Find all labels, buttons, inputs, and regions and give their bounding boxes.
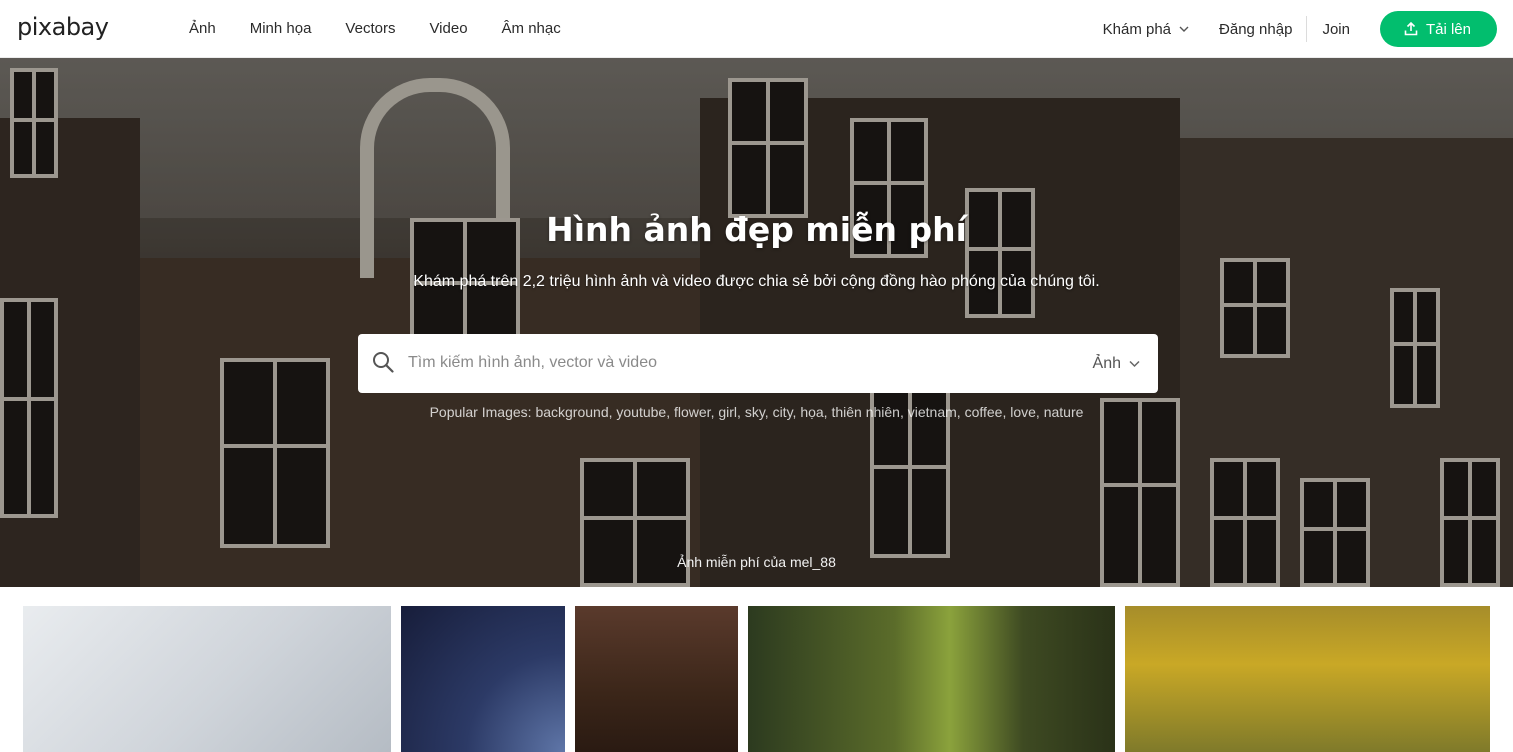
join-link[interactable]: Join: [1307, 21, 1380, 38]
nav-item-illustrations[interactable]: Minh họa: [233, 0, 329, 58]
popular-tag[interactable]: love: [1010, 404, 1036, 420]
hero-subtitle: Khám phá trên 2,2 triệu hình ảnh và vide…: [413, 273, 1100, 290]
popular-tag[interactable]: vietnam: [908, 404, 957, 420]
search-input[interactable]: [408, 344, 1068, 382]
image-thumbnail[interactable]: [401, 606, 565, 752]
nav-item-vectors[interactable]: Vectors: [328, 0, 412, 58]
popular-tag[interactable]: họa: [800, 404, 823, 420]
upload-label: Tải lên: [1425, 20, 1471, 38]
top-header: pixabay Ảnh Minh họa Vectors Video Âm nh…: [0, 0, 1513, 58]
upload-button[interactable]: Tải lên: [1379, 11, 1497, 47]
popular-tag[interactable]: background: [535, 404, 608, 420]
search-bar: Ảnh: [358, 334, 1158, 393]
login-link[interactable]: Đăng nhập: [1205, 21, 1306, 38]
user-nav: Khám phá Đăng nhập Join Tải lên: [1087, 0, 1497, 58]
upload-icon: [1404, 22, 1418, 36]
popular-tag[interactable]: flower: [674, 404, 711, 420]
popular-tag[interactable]: nature: [1044, 404, 1084, 420]
popular-tag[interactable]: coffee: [965, 404, 1003, 420]
nav-item-photos[interactable]: Ảnh: [172, 0, 233, 58]
pixabay-logo[interactable]: pixabay: [17, 12, 109, 42]
image-thumbnail[interactable]: [1125, 606, 1490, 752]
popular-tag[interactable]: youtube: [616, 404, 666, 420]
popular-tag[interactable]: girl: [718, 404, 737, 420]
chevron-down-icon: [1179, 26, 1189, 32]
hero-title: Hình ảnh đẹp miễn phí: [546, 210, 967, 249]
popular-tags: Popular Images: background, youtube, flo…: [429, 404, 1084, 420]
main-nav: Ảnh Minh họa Vectors Video Âm nhạc: [172, 0, 578, 58]
explore-menu[interactable]: Khám phá: [1087, 21, 1205, 38]
search-type-label: Ảnh: [1092, 354, 1121, 372]
nav-item-music[interactable]: Âm nhạc: [485, 0, 578, 58]
hero-overlay: [0, 58, 1513, 587]
popular-tag[interactable]: thiên nhiên: [831, 404, 900, 420]
hero-banner: Hình ảnh đẹp miễn phí Khám phá trên 2,2 …: [0, 58, 1513, 587]
popular-label: Popular Images:: [429, 404, 532, 420]
chevron-down-icon: [1129, 360, 1140, 368]
image-thumbnail[interactable]: [748, 606, 1115, 752]
image-thumbnail[interactable]: [23, 606, 391, 752]
search-icon[interactable]: [372, 351, 394, 373]
popular-tag[interactable]: city: [773, 404, 793, 420]
photo-credit[interactable]: Ảnh miễn phí của mel_88: [0, 554, 1513, 570]
nav-item-video[interactable]: Video: [412, 0, 484, 58]
popular-tag[interactable]: sky: [745, 404, 765, 420]
explore-label: Khám phá: [1102, 20, 1172, 38]
search-type-select[interactable]: Ảnh: [1093, 334, 1140, 393]
image-thumbnail[interactable]: [575, 606, 738, 752]
